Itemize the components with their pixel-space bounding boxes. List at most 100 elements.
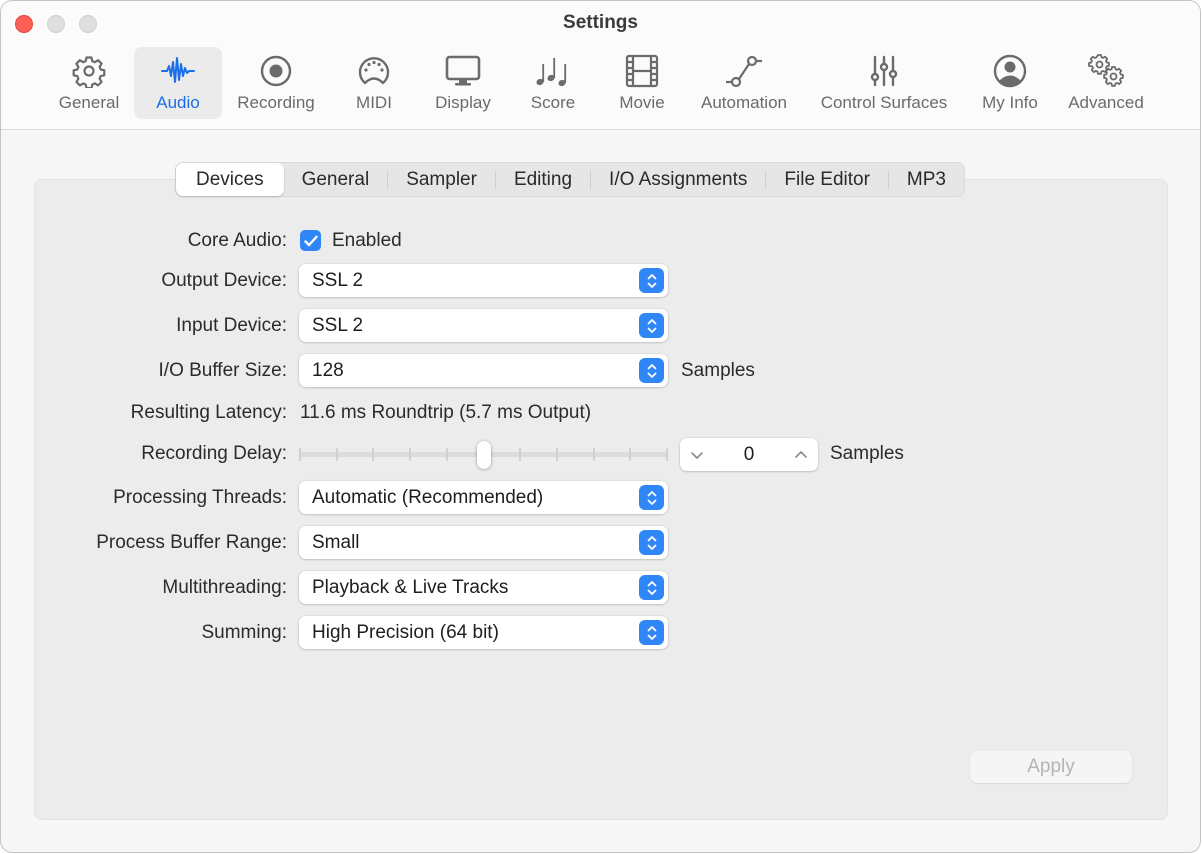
tab-sampler[interactable]: Sampler	[388, 163, 495, 196]
toolbar-item-audio[interactable]: Audio	[134, 47, 222, 119]
process-buffer-range-popup[interactable]: Small	[299, 526, 668, 559]
slider-tick	[299, 448, 301, 461]
toolbar-label: Advanced	[1068, 93, 1144, 112]
output-device-label: Output Device:	[161, 270, 287, 291]
input-device-value: SSL 2	[312, 315, 364, 336]
recording-delay-slider-thumb[interactable]	[477, 441, 491, 469]
multithreading-value: Playback & Live Tracks	[312, 577, 509, 598]
toolbar-label: Display	[435, 93, 491, 112]
apply-button[interactable]: Apply	[970, 751, 1132, 783]
output-device-popup[interactable]: SSL 2	[299, 264, 668, 297]
up-down-chevron-icon	[639, 530, 664, 555]
up-down-chevron-icon	[639, 620, 664, 645]
audio-tabs: Devices General Sampler Editing I/O Assi…	[175, 162, 965, 197]
up-down-chevron-icon	[639, 575, 664, 600]
toolbar-item-display[interactable]: Display	[427, 47, 499, 119]
io-buffer-size-value: 128	[312, 360, 344, 381]
toolbar-item-advanced[interactable]: Advanced	[1061, 47, 1151, 119]
tab-general[interactable]: General	[284, 163, 388, 196]
process-buffer-range-value: Small	[312, 532, 360, 553]
tab-file-editor[interactable]: File Editor	[766, 163, 888, 196]
tab-io-assignments[interactable]: I/O Assignments	[591, 163, 765, 196]
midi-connector-icon	[354, 53, 394, 89]
toolbar-item-my-info[interactable]: My Info	[974, 47, 1046, 119]
resulting-latency-label: Resulting Latency:	[130, 402, 287, 423]
recording-delay-value[interactable]: 0	[714, 438, 784, 471]
core-audio-label: Core Audio:	[187, 230, 287, 251]
summing-value: High Precision (64 bit)	[312, 622, 499, 643]
toolbar-label: Control Surfaces	[820, 93, 948, 112]
toolbar-label: Movie	[619, 93, 665, 112]
slider-tick	[629, 448, 631, 461]
processing-threads-row: Processing Threads: Automatic (Recommend…	[1, 481, 1200, 515]
person-circle-icon	[990, 53, 1030, 89]
gears-icon	[1086, 53, 1126, 89]
increment-button[interactable]	[784, 438, 818, 471]
toolbar-label: General	[58, 93, 120, 112]
toolbar-item-automation[interactable]: Automation	[694, 47, 794, 119]
slider-tick	[519, 448, 521, 461]
processing-threads-value: Automatic (Recommended)	[312, 487, 544, 508]
output-device-value: SSL 2	[312, 270, 364, 291]
settings-toolbar: General Audio Recording MIDI Display Sco…	[1, 47, 1200, 119]
toolbar-item-recording[interactable]: Recording	[229, 47, 323, 119]
toolbar-label: MIDI	[356, 93, 392, 112]
gear-icon	[69, 53, 109, 89]
tab-devices[interactable]: Devices	[176, 163, 284, 196]
automation-curve-icon	[724, 53, 764, 89]
slider-tick	[666, 448, 668, 461]
multithreading-label: Multithreading:	[162, 577, 287, 598]
waveform-icon	[158, 53, 198, 89]
slider-tick	[556, 448, 558, 461]
toolbar-label: Score	[530, 93, 576, 112]
io-buffer-size-unit: Samples	[681, 360, 755, 381]
slider-tick	[336, 448, 338, 461]
title-bar: Settings General Audio Recording MIDI Di…	[1, 1, 1200, 130]
input-device-popup[interactable]: SSL 2	[299, 309, 668, 342]
toolbar-label: Audio	[156, 93, 200, 112]
music-notes-icon	[533, 53, 573, 89]
toolbar-label: Recording	[237, 93, 315, 112]
summing-label: Summing:	[201, 622, 287, 643]
io-buffer-size-row: I/O Buffer Size: 128 Samples	[1, 354, 1200, 388]
summing-popup[interactable]: High Precision (64 bit)	[299, 616, 668, 649]
core-audio-enabled-label: Enabled	[332, 230, 402, 251]
monitor-icon	[443, 53, 483, 89]
settings-window: Settings General Audio Recording MIDI Di…	[0, 0, 1201, 853]
chevron-down-icon	[691, 451, 703, 459]
input-device-label: Input Device:	[176, 315, 287, 336]
up-down-chevron-icon	[639, 485, 664, 510]
resulting-latency-row: Resulting Latency: 11.6 ms Roundtrip (5.…	[1, 396, 1200, 430]
process-buffer-range-row: Process Buffer Range: Small	[1, 526, 1200, 560]
tab-mp3[interactable]: MP3	[889, 163, 964, 196]
multithreading-popup[interactable]: Playback & Live Tracks	[299, 571, 668, 604]
io-buffer-size-popup[interactable]: 128	[299, 354, 668, 387]
film-strip-icon	[622, 53, 662, 89]
decrement-button[interactable]	[680, 438, 714, 471]
processing-threads-label: Processing Threads:	[113, 487, 287, 508]
slider-tick	[446, 448, 448, 461]
tab-editing[interactable]: Editing	[496, 163, 590, 196]
process-buffer-range-label: Process Buffer Range:	[96, 532, 287, 553]
toolbar-item-score[interactable]: Score	[521, 47, 585, 119]
toolbar-label: My Info	[982, 93, 1038, 112]
toolbar-item-control-surfaces[interactable]: Control Surfaces	[809, 47, 959, 119]
up-down-chevron-icon	[639, 358, 664, 383]
io-buffer-size-label: I/O Buffer Size:	[158, 360, 287, 381]
recording-delay-row: Recording Delay: 0 Samples	[1, 437, 1200, 471]
toolbar-item-general[interactable]: General	[53, 47, 125, 119]
processing-threads-popup[interactable]: Automatic (Recommended)	[299, 481, 668, 514]
recording-delay-unit: Samples	[830, 443, 904, 464]
toolbar-item-midi[interactable]: MIDI	[345, 47, 403, 119]
input-device-row: Input Device: SSL 2	[1, 309, 1200, 343]
output-device-row: Output Device: SSL 2	[1, 264, 1200, 298]
up-down-chevron-icon	[639, 313, 664, 338]
slider-tick	[593, 448, 595, 461]
record-icon	[256, 53, 296, 89]
core-audio-checkbox[interactable]	[300, 230, 321, 251]
chevron-up-icon	[795, 450, 807, 458]
up-down-chevron-icon	[639, 268, 664, 293]
toolbar-label: Automation	[701, 93, 787, 112]
window-title: Settings	[563, 12, 638, 33]
toolbar-item-movie[interactable]: Movie	[609, 47, 675, 119]
